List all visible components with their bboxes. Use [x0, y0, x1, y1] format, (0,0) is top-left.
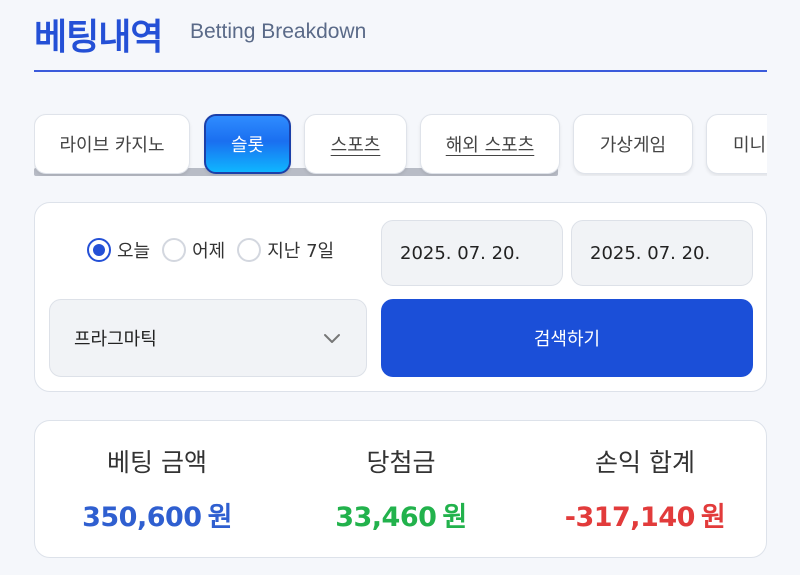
tab-virtual-game[interactable]: 가상게임	[573, 114, 693, 174]
tab-label: 미니	[733, 135, 767, 156]
radio-unchecked-icon[interactable]	[237, 238, 262, 262]
game-category-tabs: 라이브 카지노 슬롯 스포츠 해외 스포츠 가상게임 미니	[34, 112, 767, 176]
provider-select[interactable]: 프라그마틱	[49, 299, 367, 377]
stat-label: 베팅 금액	[107, 448, 207, 477]
page-header: 베팅내역 Betting Breakdown	[34, 6, 767, 72]
currency-unit: 원	[442, 502, 467, 533]
tab-label: 가상게임	[599, 135, 667, 156]
stat-bet-amount: 베팅 금액 350,600 원	[35, 443, 279, 534]
page-subtitle: Betting Breakdown	[190, 20, 367, 43]
search-button-label: 검색하기	[533, 329, 601, 349]
profit-loss-value: -317,140	[564, 502, 696, 533]
search-button[interactable]: 검색하기	[381, 299, 753, 377]
radio-checked-icon[interactable]	[87, 238, 111, 262]
tab-label: 해외 스포츠	[445, 135, 535, 156]
start-date-input[interactable]: 2025. 07. 20.	[381, 220, 563, 286]
currency-unit: 원	[207, 502, 233, 533]
tab-live-casino[interactable]: 라이브 카지노	[34, 114, 190, 174]
stat-label: 손익 합계	[595, 448, 695, 477]
stat-label: 당첨금	[366, 448, 436, 477]
provider-select-value: 프라그마틱	[74, 329, 157, 350]
radio-last-7-days[interactable]: 지난 7일	[237, 237, 334, 263]
radio-label: 오늘	[117, 241, 151, 262]
end-date-input[interactable]: 2025. 07. 20.	[571, 220, 753, 286]
stat-value: 350,600 원	[35, 495, 279, 534]
radio-today[interactable]: 오늘	[87, 237, 150, 263]
start-date-value: 2025. 07. 20.	[400, 242, 521, 264]
end-date-value: 2025. 07. 20.	[590, 242, 711, 264]
tab-slot[interactable]: 슬롯	[204, 114, 291, 174]
radio-label: 지난 7일	[267, 241, 335, 262]
tab-label: 슬롯	[230, 135, 265, 156]
tab-sports[interactable]: 스포츠	[304, 114, 407, 174]
bet-amount-value: 350,600	[82, 502, 202, 533]
currency-unit: 원	[700, 502, 726, 533]
page-title: 베팅내역	[34, 17, 163, 58]
betting-summary-panel: 베팅 금액 350,600 원 당첨금 33,460 원 손익 합계 -317,14…	[34, 420, 767, 558]
chevron-down-icon	[324, 334, 340, 343]
tab-label: 라이브 카지노	[59, 135, 165, 156]
tab-overseas-sports[interactable]: 해외 스포츠	[420, 114, 560, 174]
tab-mini[interactable]: 미니	[706, 114, 767, 174]
winnings-value: 33,460	[335, 502, 437, 533]
stat-value: 33,460 원	[279, 495, 523, 534]
radio-unchecked-icon[interactable]	[162, 238, 187, 262]
stat-profit-loss: 손익 합계 -317,140 원	[523, 443, 767, 534]
stat-winnings: 당첨금 33,460 원	[279, 443, 523, 534]
tab-label: 스포츠	[330, 135, 381, 156]
radio-yesterday[interactable]: 어제	[162, 237, 225, 263]
filter-panel: 오늘 어제 지난 7일 2025. 07. 20. 2025. 07. 20. …	[34, 202, 767, 392]
date-range-radio-group: 오늘 어제 지난 7일	[87, 237, 346, 263]
stat-value: -317,140 원	[523, 495, 767, 534]
radio-label: 어제	[192, 241, 226, 262]
